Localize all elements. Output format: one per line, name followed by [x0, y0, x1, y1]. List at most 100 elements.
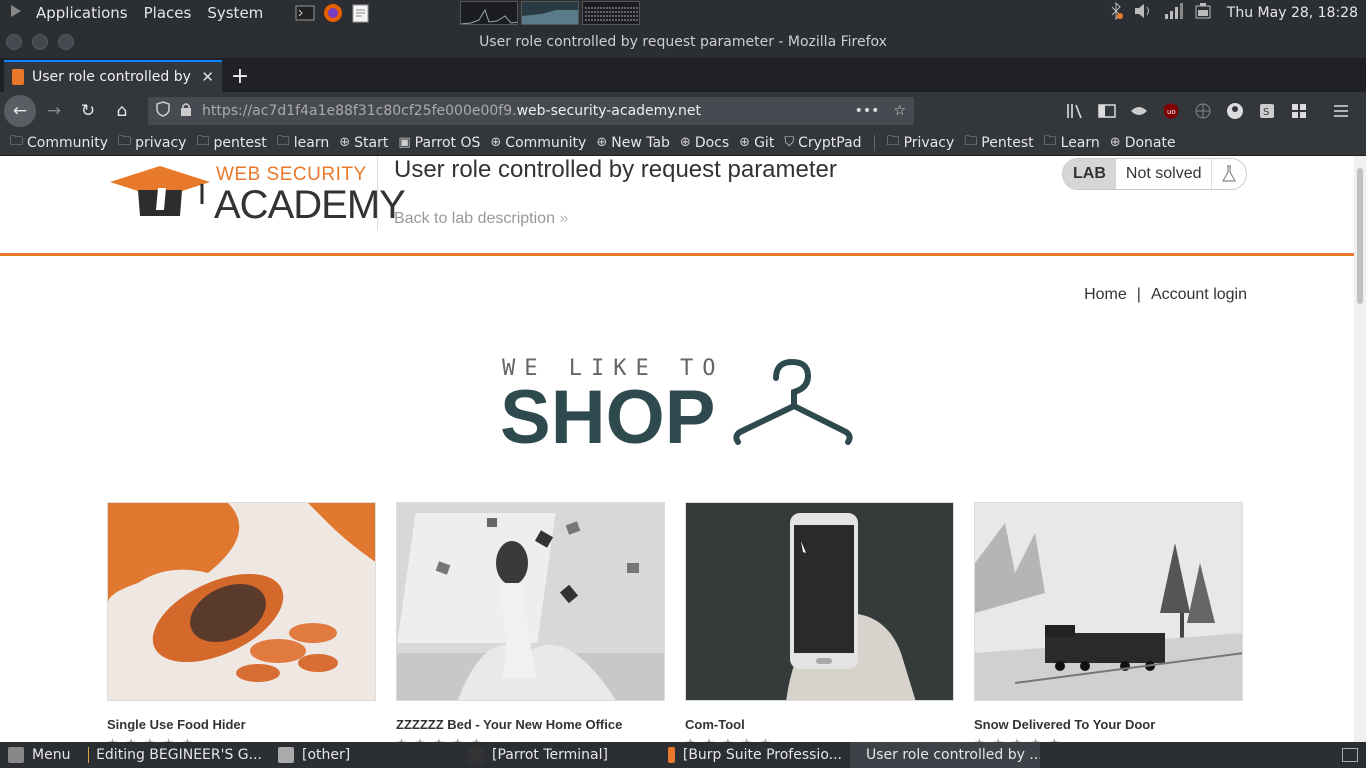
- library-icon[interactable]: [1066, 102, 1084, 120]
- bookmark-item[interactable]: ▣ Parrot OS: [398, 135, 480, 151]
- web-security-academy-logo[interactable]: WEB SECURITY ACADEMY: [110, 162, 406, 228]
- url-bar[interactable]: https://ac7d1f4a1e88f31c80cf25fe000e00f9…: [148, 97, 914, 125]
- back-button[interactable]: ←: [4, 95, 36, 127]
- home-link[interactable]: Home: [1084, 286, 1127, 303]
- new-tab-button[interactable]: +: [222, 60, 258, 92]
- product-card[interactable]: ZZZZZZ Bed - Your New Home Office ★★★★★: [396, 502, 665, 742]
- taskbar-window-button[interactable]: [Parrot Terminal]: [460, 742, 660, 768]
- back-link-label: Back to lab description: [394, 210, 555, 227]
- folder-icon: 🗀: [118, 133, 132, 149]
- text-editor-launcher-icon[interactable]: [349, 3, 373, 23]
- bookmark-item[interactable]: 🗀 Privacy: [887, 132, 955, 154]
- product-card[interactable]: Single Use Food Hider ★★★★★: [107, 502, 376, 742]
- places-menu[interactable]: Places: [136, 4, 200, 22]
- tab-active[interactable]: User role controlled by re ✕: [4, 60, 222, 92]
- bookmark-item[interactable]: 🗀 Community: [10, 132, 108, 154]
- bookmark-item[interactable]: ⊕ Docs: [680, 135, 729, 151]
- bookmark-item[interactable]: ⊕ Donate: [1110, 135, 1176, 151]
- system-menu[interactable]: System: [199, 4, 271, 22]
- ublock-icon[interactable]: uo: [1162, 102, 1180, 120]
- battery-icon[interactable]: [1193, 2, 1213, 24]
- bookmark-item[interactable]: 🗀 pentest: [196, 132, 266, 154]
- bookmark-item[interactable]: ⊕ Git: [739, 135, 774, 151]
- hamburger-menu-icon[interactable]: [1332, 102, 1350, 120]
- shop-logo: WE LIKE TO SHOP: [500, 356, 860, 458]
- show-desktop-icon[interactable]: [1342, 748, 1358, 762]
- taskbar-window-button[interactable]: User role controlled by ...: [850, 742, 1040, 768]
- product-name[interactable]: ZZZZZZ Bed - Your New Home Office: [396, 717, 665, 732]
- bookmark-item[interactable]: 🗀 Learn: [1044, 132, 1100, 154]
- globe-icon: ⊕: [739, 135, 751, 150]
- system-panel: Applications Places System Thu May 28, 1…: [0, 0, 1366, 26]
- applications-menu[interactable]: Applications: [28, 4, 136, 22]
- forward-button[interactable]: →: [38, 95, 70, 127]
- scrollbar-thumb[interactable]: [1357, 168, 1363, 304]
- bookmark-star-icon[interactable]: ☆: [893, 103, 906, 119]
- taskbar-window-button[interactable]: [Burp Suite Professio...: [660, 742, 850, 768]
- extension-s-icon[interactable]: S: [1258, 102, 1276, 120]
- extensions-icon[interactable]: [1290, 102, 1308, 120]
- product-name[interactable]: Snow Delivered To Your Door: [974, 717, 1243, 732]
- nav-separator: |: [1136, 286, 1141, 303]
- reload-button[interactable]: ↻: [72, 95, 104, 127]
- bluetooth-icon[interactable]: [1109, 1, 1123, 24]
- taskbar-window-button[interactable]: [other]: [270, 742, 460, 768]
- parrot-logo-icon[interactable]: [0, 3, 28, 23]
- minimize-window-button[interactable]: [32, 34, 48, 50]
- page-scrollbar[interactable]: [1354, 156, 1366, 742]
- bookmark-label: Git: [754, 134, 775, 151]
- start-menu-button[interactable]: Menu: [0, 742, 80, 768]
- taskbar-window-button[interactable]: Editing BEGINEER'S G...: [80, 742, 270, 768]
- tab-strip: User role controlled by re ✕ +: [0, 58, 1366, 92]
- sidebar-icon[interactable]: [1098, 102, 1116, 120]
- bookmark-label: Community: [27, 134, 109, 151]
- taskbar-item-label: [Burp Suite Professio...: [682, 747, 842, 763]
- product-name[interactable]: Com-Tool: [685, 717, 954, 732]
- bookmark-item[interactable]: 🗀 privacy: [118, 132, 186, 154]
- close-tab-icon[interactable]: ✕: [201, 68, 214, 86]
- product-card[interactable]: Com-Tool ★★★★★: [685, 502, 954, 742]
- product-image[interactable]: [396, 502, 665, 701]
- signal-icon[interactable]: [1163, 2, 1183, 24]
- shield-icon: ⛉: [784, 135, 795, 150]
- product-image[interactable]: [685, 502, 954, 701]
- flask-icon[interactable]: [1212, 159, 1247, 189]
- home-button[interactable]: ⌂: [106, 95, 138, 127]
- product-image[interactable]: [107, 502, 376, 701]
- foxyproxy-icon[interactable]: [1130, 102, 1148, 120]
- cpu-graph: [460, 1, 519, 25]
- product-name[interactable]: Single Use Food Hider: [107, 717, 376, 732]
- volume-icon[interactable]: [1133, 2, 1153, 24]
- url-prefix: https://ac7d1f4a1e88f31c80cf25fe000e00f9…: [202, 103, 517, 119]
- product-grid: Single Use Food Hider ★★★★★: [107, 502, 1247, 742]
- bookmark-item[interactable]: ⊕ Start: [339, 135, 388, 151]
- clock[interactable]: Thu May 28, 18:28: [1227, 5, 1358, 21]
- menu-icon: [8, 747, 24, 763]
- bookmark-item[interactable]: 🗀 Pentest: [964, 132, 1033, 154]
- product-image[interactable]: [974, 502, 1243, 701]
- account-icon[interactable]: [1226, 102, 1244, 120]
- close-window-button[interactable]: [6, 34, 22, 50]
- terminal-launcher-icon[interactable]: [293, 3, 317, 23]
- bookmark-item[interactable]: 🗀 learn: [277, 132, 329, 154]
- tracking-shield-icon[interactable]: [156, 101, 170, 121]
- bookmark-item[interactable]: ⊕ Community: [490, 135, 586, 151]
- globe-icon: ⊕: [490, 135, 502, 150]
- folder-icon: 🗀: [276, 133, 290, 149]
- url-host: web-security-academy.net: [516, 103, 702, 119]
- bookmark-item[interactable]: ⊕ New Tab: [596, 135, 670, 151]
- bookmark-label: Docs: [694, 134, 730, 151]
- svg-text:S: S: [1263, 107, 1269, 118]
- svg-text:uo: uo: [1167, 108, 1176, 116]
- page-actions-button[interactable]: •••: [855, 103, 880, 119]
- lock-icon[interactable]: [180, 102, 192, 120]
- back-to-lab-description-link[interactable]: Back to lab description »: [394, 210, 568, 228]
- bookmark-item[interactable]: ⛉ CryptPad: [784, 135, 861, 151]
- academy-cap-icon: [110, 166, 210, 216]
- firefox-launcher-icon[interactable]: [321, 3, 345, 23]
- account-login-link[interactable]: Account login: [1151, 286, 1247, 303]
- product-card[interactable]: Snow Delivered To Your Door ★★★★★: [974, 502, 1243, 742]
- globe-extension-icon[interactable]: [1194, 102, 1212, 120]
- memory-graph: [521, 1, 580, 25]
- maximize-window-button[interactable]: [58, 34, 74, 50]
